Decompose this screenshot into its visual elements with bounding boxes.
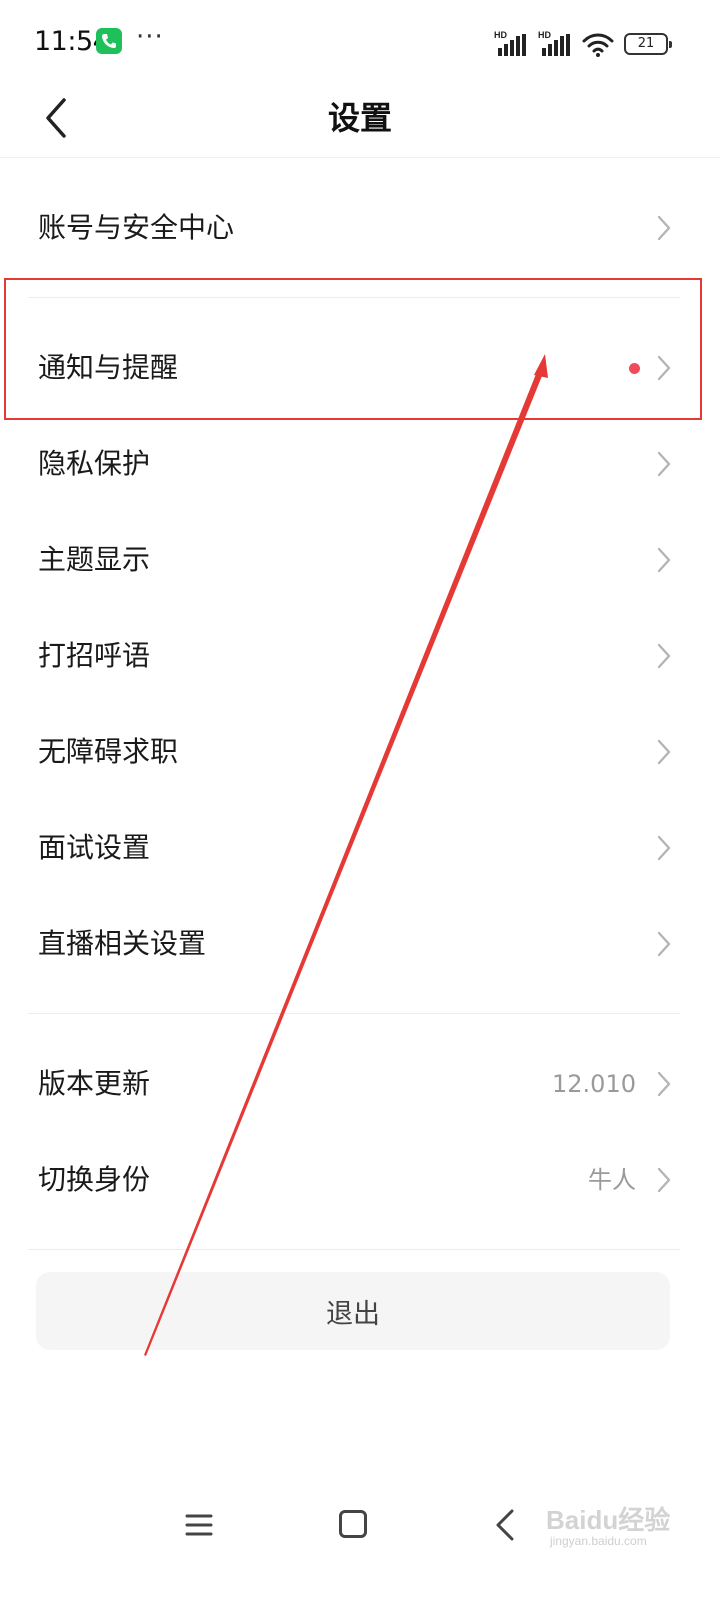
settings-item-label: 无障碍求职 <box>38 735 179 768</box>
status-bar: 11:54 ··· HD HD 21 <box>0 0 720 82</box>
settings-item-account-security[interactable]: 账号与安全中心 <box>0 180 720 276</box>
settings-item-switch-identity[interactable]: 切换身份 牛人 <box>0 1132 720 1228</box>
watermark-sub: jingyan.baidu.com <box>550 1534 647 1548</box>
settings-item-version-update[interactable]: 版本更新 12.010 <box>0 1036 720 1132</box>
battery-level: 21 <box>637 36 655 51</box>
watermark-main: Baidu经验 <box>546 1505 671 1535</box>
header: 设置 <box>0 82 720 158</box>
settings-item-accessibility[interactable]: 无障碍求职 <box>0 704 720 800</box>
back-icon[interactable] <box>494 1508 516 1542</box>
settings-item-label: 主题显示 <box>38 543 151 576</box>
chevron-right-icon <box>657 643 671 669</box>
settings-item-label: 直播相关设置 <box>38 927 207 960</box>
settings-item-label: 隐私保护 <box>38 447 151 480</box>
settings-item-label: 打招呼语 <box>38 639 151 672</box>
chevron-right-icon <box>657 547 671 573</box>
more-notifications-icon: ··· <box>136 22 164 52</box>
menu-icon[interactable] <box>184 1510 214 1540</box>
logout-button[interactable]: 退出 <box>36 1272 670 1350</box>
wifi-icon <box>582 33 614 57</box>
annotation-highlight-box <box>4 278 702 420</box>
divider <box>28 1249 680 1250</box>
settings-item-live[interactable]: 直播相关设置 <box>0 896 720 992</box>
divider <box>28 1013 680 1014</box>
chevron-right-icon <box>657 451 671 477</box>
settings-item-theme[interactable]: 主题显示 <box>0 512 720 608</box>
chevron-right-icon <box>657 1071 671 1097</box>
settings-item-label: 切换身份 <box>38 1163 151 1196</box>
home-icon[interactable] <box>339 1510 367 1538</box>
settings-item-label: 面试设置 <box>38 831 151 864</box>
chevron-right-icon <box>657 739 671 765</box>
chevron-right-icon <box>657 931 671 957</box>
phone-call-icon <box>96 28 122 54</box>
chevron-right-icon <box>657 215 671 241</box>
settings-item-privacy[interactable]: 隐私保护 <box>0 416 720 512</box>
chevron-right-icon <box>657 1167 671 1193</box>
signal-icon: HD <box>494 30 528 58</box>
signal-icon: HD <box>538 30 572 58</box>
settings-item-interview[interactable]: 面试设置 <box>0 800 720 896</box>
version-value: 12.010 <box>552 1070 636 1098</box>
settings-item-label: 账号与安全中心 <box>38 211 235 244</box>
settings-item-greeting[interactable]: 打招呼语 <box>0 608 720 704</box>
page-title: 设置 <box>327 99 392 137</box>
identity-value: 牛人 <box>588 1166 636 1194</box>
settings-item-label: 版本更新 <box>38 1067 151 1100</box>
chevron-right-icon <box>657 835 671 861</box>
baidu-watermark: Baidu经验 jingyan.baidu.com <box>546 1494 676 1554</box>
battery-icon: 21 <box>624 33 672 55</box>
status-indicators: HD HD 21 <box>494 28 672 58</box>
